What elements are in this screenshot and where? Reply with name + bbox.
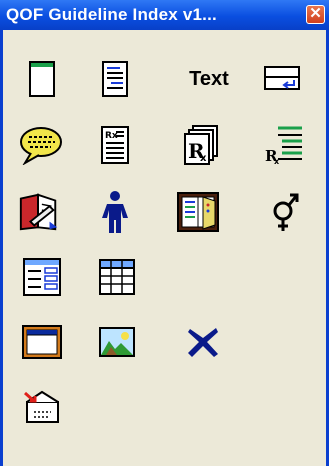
prescription-page-button[interactable]: Rx [93, 123, 137, 167]
close-icon: ✕ [309, 5, 322, 22]
picture-frame-icon [22, 325, 62, 359]
blank-page-button[interactable] [20, 57, 64, 101]
svg-text:x: x [274, 157, 280, 165]
open-book-icon [177, 192, 219, 232]
prescription-stack-button[interactable]: R x [179, 123, 223, 167]
prescription-page-icon: Rx [101, 126, 129, 164]
open-book-button[interactable] [177, 190, 221, 234]
formatted-page-button[interactable] [93, 57, 137, 101]
prescription-stack-icon: R x [184, 125, 218, 165]
input-box-icon [264, 66, 300, 90]
form-layout-icon [23, 258, 61, 296]
image-button[interactable] [95, 320, 139, 364]
title-bar[interactable]: QOF Guideline Index v1... ✕ [0, 0, 329, 30]
edit-document-icon [19, 193, 58, 231]
input-box-button[interactable] [262, 57, 306, 101]
table-grid-button[interactable] [95, 255, 139, 299]
tool-window: QOF Guideline Index v1... ✕ Text Rx R x … [0, 0, 329, 466]
gender-button[interactable] [263, 190, 307, 234]
table-grid-icon [99, 259, 135, 295]
delete-cross-icon [188, 328, 218, 357]
svg-text:x: x [200, 153, 207, 164]
close-button[interactable]: ✕ [306, 5, 325, 24]
picture-frame-button[interactable] [20, 320, 64, 364]
text-tool-label: Text [189, 67, 229, 90]
window-title: QOF Guideline Index v1... [6, 5, 217, 24]
gender-symbol-icon [273, 193, 299, 231]
svg-text:Rx: Rx [105, 131, 118, 141]
blank-page-icon [29, 61, 55, 97]
form-layout-button[interactable] [20, 255, 64, 299]
edit-document-button[interactable] [17, 190, 61, 234]
image-icon [99, 327, 135, 357]
person-button[interactable] [93, 190, 137, 234]
prescription-list-icon: R x [265, 126, 302, 165]
tool-palette: Text Rx R x R x [3, 30, 326, 466]
comment-button[interactable] [19, 123, 63, 167]
speech-bubble-icon [20, 127, 62, 165]
person-icon [102, 191, 128, 233]
prescription-list-button[interactable]: R x [262, 123, 306, 167]
text-tool-button[interactable]: Text [179, 57, 239, 101]
delete-button[interactable] [181, 320, 225, 364]
mail-envelope-icon [24, 390, 59, 423]
formatted-page-icon [102, 61, 128, 97]
mail-button[interactable] [20, 385, 64, 429]
